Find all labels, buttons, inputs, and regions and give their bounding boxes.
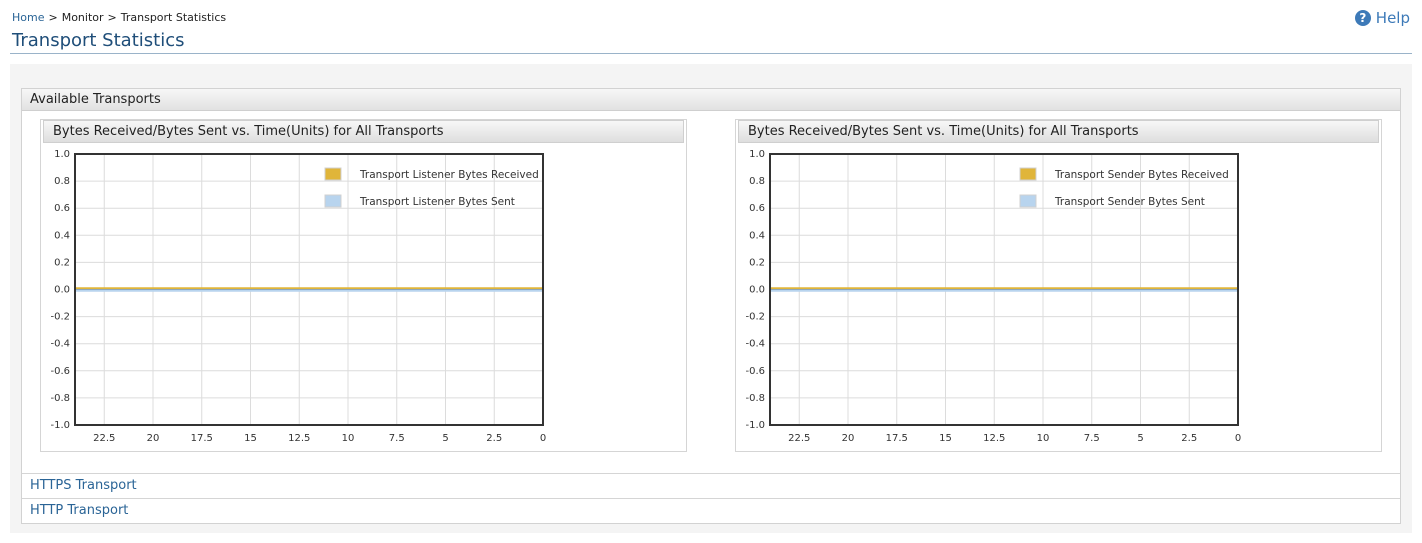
x-tick-label: 20 [842, 433, 855, 444]
legend-swatch [324, 167, 342, 181]
x-tick-label: 12.5 [983, 433, 1005, 444]
x-tick-label: 5 [1137, 433, 1143, 444]
y-tick-label: -0.6 [50, 366, 70, 377]
chart-sender: 22.5 20 17.5 15 12.5 10 7.5 5 2.5 0 1.0 0.8 0.6 0.4 0.… [745, 149, 1241, 444]
y-tick-label: -0.2 [745, 312, 765, 323]
chart-title: Bytes Received/Bytes Sent vs. Time(Units… [43, 120, 684, 143]
legend-swatch [1019, 194, 1037, 208]
https-transport-link[interactable]: HTTPS Transport [22, 473, 1400, 498]
x-tick-label: 2.5 [1181, 433, 1197, 444]
x-tick-label: 7.5 [389, 433, 405, 444]
y-tick-label: -0.2 [50, 312, 70, 323]
y-tick-label: 0.2 [749, 257, 765, 268]
chart-panel-sender: Bytes Received/Bytes Sent vs. Time(Units… [735, 119, 1382, 452]
x-tick-label: 2.5 [486, 433, 502, 444]
x-tick-label: 7.5 [1084, 433, 1100, 444]
y-tick-label: -0.8 [50, 393, 70, 404]
x-tick-label: 0 [1235, 433, 1241, 444]
y-tick-label: 1.0 [54, 149, 70, 160]
y-tick-label: -0.4 [745, 339, 765, 350]
title-divider [10, 53, 1412, 54]
http-transport-link[interactable]: HTTP Transport [22, 498, 1400, 523]
x-tick-label: 10 [1037, 433, 1050, 444]
y-tick-label: -1.0 [745, 420, 765, 431]
legend-swatch [324, 194, 342, 208]
x-tick-label: 17.5 [886, 433, 908, 444]
breadcrumb-home-link[interactable]: Home [12, 11, 44, 24]
x-tick-label: 15 [244, 433, 257, 444]
legend-swatch [1019, 167, 1037, 181]
page-title: Transport Statistics [12, 30, 185, 51]
help-link[interactable]: ? Help [1354, 9, 1410, 27]
available-transports-panel: Available Transports Bytes Received/Byte… [21, 88, 1401, 524]
y-tick-label: 0.2 [54, 257, 70, 268]
chart-listener: 22.5 20 17.5 15 12.5 10 7.5 5 2.5 0 1.0 0.8 0.6 0.4 0.… [50, 149, 546, 444]
y-tick-label: -0.6 [745, 366, 765, 377]
legend-label: Transport Listener Bytes Received [359, 169, 539, 181]
x-tick-label: 12.5 [288, 433, 310, 444]
y-tick-label: 0.6 [749, 203, 765, 214]
breadcrumb-separator: > [48, 11, 58, 24]
y-tick-label: 0.8 [54, 176, 70, 187]
breadcrumb: Home > Monitor > Transport Statistics [12, 11, 226, 24]
y-tick-label: 0.8 [749, 176, 765, 187]
breadcrumb-current: Transport Statistics [120, 11, 227, 24]
help-circle-icon: ? [1354, 10, 1371, 26]
y-tick-label: -0.8 [745, 393, 765, 404]
y-tick-label: 0.0 [749, 285, 765, 296]
legend-label: Transport Listener Bytes Sent [359, 196, 515, 208]
x-tick-label: 15 [939, 433, 952, 444]
x-tick-label: 5 [442, 433, 448, 444]
x-tick-label: 20 [147, 433, 160, 444]
y-tick-label: 0.4 [749, 230, 765, 241]
y-tick-label: 0.0 [54, 285, 70, 296]
x-tick-label: 17.5 [191, 433, 213, 444]
y-tick-label: 0.4 [54, 230, 70, 241]
y-tick-label: 1.0 [749, 149, 765, 160]
x-tick-label: 22.5 [93, 433, 115, 444]
help-label: Help [1375, 9, 1410, 27]
breadcrumb-monitor: Monitor [61, 11, 104, 24]
x-tick-label: 22.5 [788, 433, 810, 444]
x-tick-label: 0 [540, 433, 546, 444]
legend-label: Transport Sender Bytes Sent [1054, 196, 1205, 208]
section-header: Available Transports [22, 89, 1400, 111]
y-tick-label: -0.4 [50, 339, 70, 350]
x-tick-label: 10 [342, 433, 355, 444]
chart-title: Bytes Received/Bytes Sent vs. Time(Units… [738, 120, 1379, 143]
legend-label: Transport Sender Bytes Received [1054, 169, 1229, 181]
y-tick-label: 0.6 [54, 203, 70, 214]
breadcrumb-separator: > [107, 11, 117, 24]
chart-panel-listener: Bytes Received/Bytes Sent vs. Time(Units… [40, 119, 687, 452]
y-tick-label: -1.0 [50, 420, 70, 431]
